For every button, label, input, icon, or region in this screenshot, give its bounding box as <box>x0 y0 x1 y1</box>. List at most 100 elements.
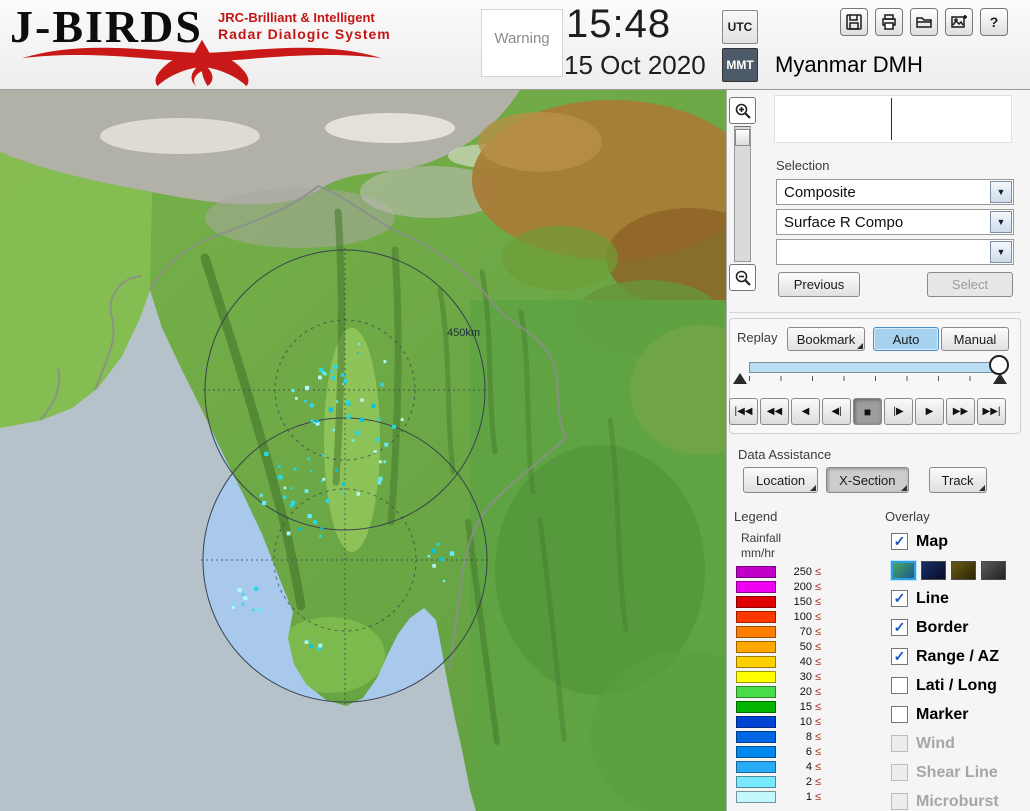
track-button[interactable]: Track <box>928 467 987 493</box>
overlay-item-border: ✓ Border <box>891 613 1030 642</box>
legend-color-swatch <box>736 595 776 608</box>
previous-button[interactable]: Previous <box>778 272 860 297</box>
chevron-down-icon: ▼ <box>996 217 1006 227</box>
legend-value: 6 <box>805 745 812 758</box>
dataset-dropdown-value: Composite <box>784 184 856 201</box>
menu-corner-icon <box>978 485 985 491</box>
zoom-out-icon <box>735 270 751 286</box>
playback-play-button[interactable]: ▶ <box>915 398 944 425</box>
legend-row: 2 ≤ <box>736 774 821 789</box>
map-viewport[interactable]: 450km <box>0 90 726 811</box>
x-section-button[interactable]: X-Section <box>826 467 909 493</box>
add-image-icon <box>951 15 967 28</box>
zoom-out-button[interactable] <box>729 264 756 291</box>
open-file-button[interactable] <box>910 8 938 36</box>
map-style-olive-swatch[interactable] <box>951 560 976 580</box>
add-image-button[interactable] <box>945 8 973 36</box>
control-panel: Selection Composite ▼ Surface R Compo ▼ … <box>726 90 1030 811</box>
playback-first-button[interactable]: |◀◀ <box>729 398 758 425</box>
select-button[interactable]: Select <box>927 272 1013 297</box>
help-button[interactable]: ? <box>980 8 1008 36</box>
zoom-in-button[interactable] <box>729 97 756 124</box>
dropdown-arrow-button[interactable]: ▼ <box>990 241 1012 263</box>
legend-color-swatch <box>736 580 776 593</box>
zoom-slider-track[interactable] <box>734 126 751 262</box>
manual-button[interactable]: Manual <box>941 327 1009 351</box>
map-checkbox[interactable]: ✓ <box>891 533 908 550</box>
save-button[interactable] <box>840 8 868 36</box>
legend-color-swatch <box>736 745 776 758</box>
dataset-dropdown[interactable]: Composite ▼ <box>776 179 1014 205</box>
location-button[interactable]: Location <box>743 467 819 493</box>
legend-lte-symbol: ≤ <box>815 745 822 758</box>
legend-color-swatch <box>736 775 776 788</box>
playback-step-forward-button[interactable]: |▶ <box>884 398 913 425</box>
print-button[interactable] <box>875 8 903 36</box>
auto-button[interactable]: Auto <box>873 327 939 351</box>
legend-lte-symbol: ≤ <box>815 730 822 743</box>
map-style-gray-swatch[interactable] <box>981 560 1006 580</box>
jbirds-app: J-BIRDS JRC-Brilliant & Intelligent Rada… <box>0 0 1030 811</box>
warning-label: Warning <box>494 30 550 47</box>
product-dropdown[interactable]: Surface R Compo ▼ <box>776 209 1014 235</box>
legend-value: 250 <box>793 565 812 578</box>
legend-row: 40 ≤ <box>736 654 821 669</box>
overlay-item-lati-long: Lati / Long <box>891 671 1030 700</box>
legend-color-swatch <box>736 700 776 713</box>
separator <box>729 312 1021 313</box>
bookmark-button[interactable]: Bookmark <box>787 327 865 351</box>
legend-row: 4 ≤ <box>736 759 821 774</box>
warning-indicator[interactable]: Warning <box>481 9 563 77</box>
legend-lte-symbol: ≤ <box>815 790 822 803</box>
legend-scale: 250 ≤200 ≤150 ≤100 ≤70 ≤50 ≤40 ≤30 ≤20 ≤15 ≤10 ≤8 ≤6… <box>736 564 821 804</box>
range-az-checkbox[interactable]: ✓ <box>891 648 908 665</box>
line-checkbox[interactable]: ✓ <box>891 590 908 607</box>
playback-fast-forward-button[interactable]: ▶▶ <box>946 398 975 425</box>
lati-long-checkbox[interactable] <box>891 677 908 694</box>
zoom-slider-thumb[interactable] <box>735 129 750 146</box>
playback-rewind-button[interactable]: ◀◀ <box>760 398 789 425</box>
dropdown-arrow-button[interactable]: ▼ <box>990 211 1012 233</box>
legend-value: 40 <box>799 655 812 668</box>
clock-date: 15 Oct 2020 <box>564 50 706 80</box>
playback-step-back-button[interactable]: ◀| <box>822 398 851 425</box>
playback-last-button[interactable]: ▶▶| <box>977 398 1006 425</box>
legend-row: 8 ≤ <box>736 729 821 744</box>
mmt-toggle-button[interactable]: MMT <box>722 48 758 82</box>
legend-lte-symbol: ≤ <box>815 715 822 728</box>
overlay-item-shear-line: Shear Line <box>891 758 1030 787</box>
legend-lte-symbol: ≤ <box>815 760 822 773</box>
menu-corner-icon <box>810 485 817 491</box>
overlay-item-map: ✓ Map <box>891 527 1030 556</box>
organization-name: Myanmar DMH <box>775 52 923 77</box>
playback-stop-button[interactable]: ■ <box>853 398 882 425</box>
overlay-label: Shear Line <box>916 763 998 781</box>
map-style-navy-swatch[interactable] <box>921 560 946 580</box>
legend-lte-symbol: ≤ <box>815 655 822 668</box>
legend-color-swatch <box>736 565 776 578</box>
replay-slider-track[interactable] <box>749 362 1001 373</box>
marker-checkbox[interactable] <box>891 706 908 723</box>
legend-value: 2 <box>805 775 812 788</box>
selection-section-label: Selection <box>776 158 830 173</box>
legend-value: 50 <box>799 640 812 653</box>
dropdown-arrow-button[interactable]: ▼ <box>990 181 1012 203</box>
overlay-item-line: ✓ Line <box>891 584 1030 613</box>
legend-row: 15 ≤ <box>736 699 821 714</box>
replay-section-label: Replay <box>737 330 778 345</box>
legend-value: 150 <box>793 595 812 608</box>
legend-section-label: Legend <box>734 509 778 524</box>
legend-lte-symbol: ≤ <box>815 580 822 593</box>
replay-slider-thumb[interactable] <box>989 355 1009 375</box>
legend-color-swatch <box>736 715 776 728</box>
legend-lte-symbol: ≤ <box>815 700 822 713</box>
legend-row: 70 ≤ <box>736 624 821 639</box>
playback-play-reverse-button[interactable]: ◀ <box>791 398 820 425</box>
help-icon: ? <box>990 14 999 30</box>
map-style-terrain-swatch[interactable] <box>891 560 916 580</box>
overlay-label: Range / AZ <box>916 647 999 665</box>
extra-dropdown[interactable]: ▼ <box>776 239 1014 265</box>
utc-toggle-button[interactable]: UTC <box>722 10 758 44</box>
legend-value: 1 <box>805 790 812 803</box>
border-checkbox[interactable]: ✓ <box>891 619 908 636</box>
